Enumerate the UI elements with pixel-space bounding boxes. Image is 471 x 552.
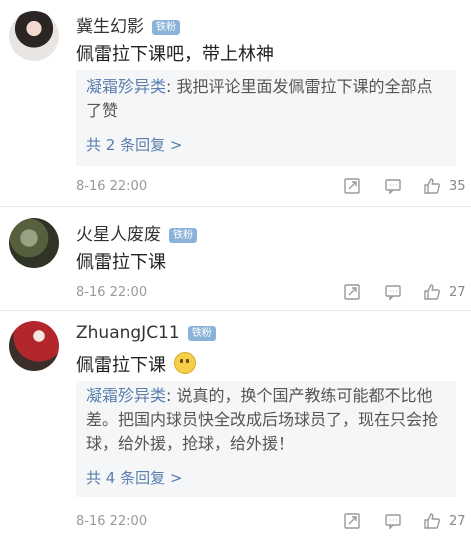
thumbs-up-icon[interactable] xyxy=(423,512,441,530)
comment-text-body: 佩雷拉下课 xyxy=(76,355,166,376)
fan-badge: 铁粉 xyxy=(169,228,197,243)
comment-actions: 35 xyxy=(343,177,471,197)
thumbs-up-icon[interactable] xyxy=(423,283,441,301)
reply-author[interactable]: 凝霜殄异类 xyxy=(86,386,166,405)
avatar[interactable] xyxy=(9,321,59,371)
reply-box[interactable]: 凝霜殄异类: 说真的，换个国产教练可能都不比他差。把国内球员快全改成后场球员了，… xyxy=(76,381,456,497)
comment-icon[interactable] xyxy=(384,177,402,195)
reply-text: 凝霜殄异类: 我把评论里面发佩雷拉下课的全部点了赞 xyxy=(86,75,448,123)
more-replies-link[interactable]: 共 2 条回复 > xyxy=(86,134,182,155)
username[interactable]: ZhuangJC11 铁粉 xyxy=(76,323,216,343)
username-text[interactable]: 火星人废废 xyxy=(76,225,161,245)
thumbs-up-icon[interactable] xyxy=(423,177,441,195)
username-text[interactable]: ZhuangJC11 xyxy=(76,323,180,343)
reply-box[interactable]: 凝霜殄异类: 我把评论里面发佩雷拉下课的全部点了赞 共 2 条回复 > xyxy=(76,70,456,166)
comment-text: 佩雷拉下课 xyxy=(76,351,196,377)
thinking-face-icon xyxy=(174,352,196,374)
username[interactable]: 冀生幻影 铁粉 xyxy=(76,12,180,37)
share-icon[interactable] xyxy=(343,283,361,301)
avatar[interactable] xyxy=(9,11,59,61)
comment-item: 冀生幻影 铁粉 佩雷拉下课吧，带上林神 凝霜殄异类: 我把评论里面发佩雷拉下课的全… xyxy=(0,0,471,207)
like-count: 35 xyxy=(449,179,466,194)
username-text[interactable]: 冀生幻影 xyxy=(76,17,144,37)
avatar[interactable] xyxy=(9,218,59,268)
comment-item: 火星人废废 铁粉 佩雷拉下课 8-16 22:00 27 xyxy=(0,207,471,311)
like-count: 27 xyxy=(449,514,466,529)
comment-icon[interactable] xyxy=(384,512,402,530)
like-count: 27 xyxy=(449,285,466,300)
fan-badge: 铁粉 xyxy=(152,20,180,35)
comment-icon[interactable] xyxy=(384,283,402,301)
reply-author[interactable]: 凝霜殄异类 xyxy=(86,77,166,96)
timestamp: 8-16 22:00 xyxy=(76,179,148,194)
timestamp: 8-16 22:00 xyxy=(76,285,148,300)
reply-separator: : xyxy=(166,386,177,405)
comment-text: 佩雷拉下课 xyxy=(76,252,166,273)
share-icon[interactable] xyxy=(343,177,361,195)
timestamp: 8-16 22:00 xyxy=(76,514,148,529)
username[interactable]: 火星人废废 铁粉 xyxy=(76,220,197,245)
comment-actions: 27 xyxy=(343,283,471,303)
comment-item: ZhuangJC11 铁粉 佩雷拉下课 凝霜殄异类: 说真的，换个国产教练可能都不… xyxy=(0,311,471,552)
share-icon[interactable] xyxy=(343,512,361,530)
comment-text: 佩雷拉下课吧，带上林神 xyxy=(76,44,274,65)
fan-badge: 铁粉 xyxy=(187,326,216,341)
reply-text: 凝霜殄异类: 说真的，换个国产教练可能都不比他差。把国内球员快全改成后场球员了，… xyxy=(86,384,448,456)
more-replies-link[interactable]: 共 4 条回复 > xyxy=(86,467,182,488)
comment-actions: 27 xyxy=(343,512,471,532)
reply-separator: : xyxy=(166,77,177,96)
